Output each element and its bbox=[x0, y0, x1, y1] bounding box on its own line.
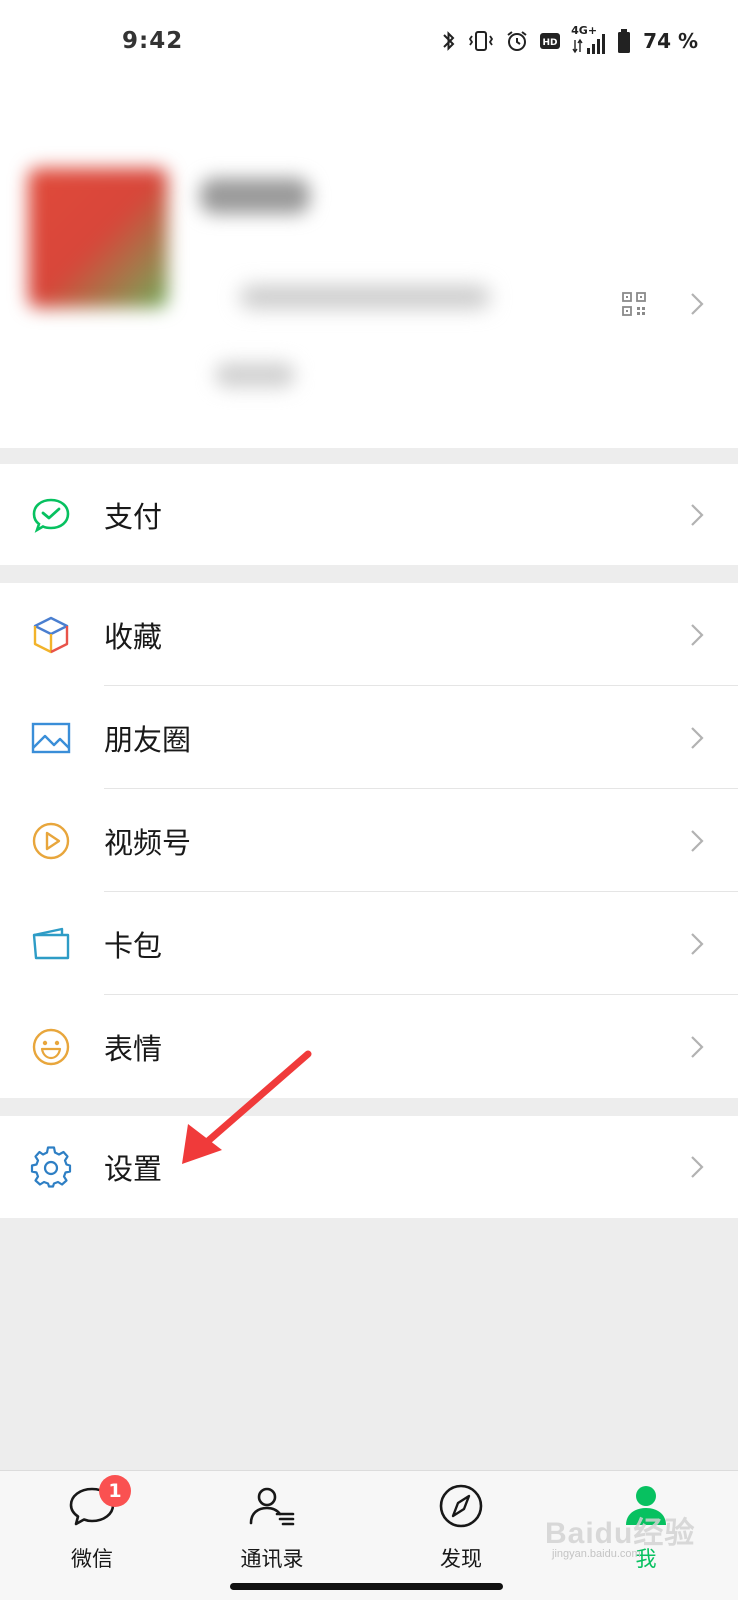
chevron-right-icon bbox=[691, 503, 704, 526]
svg-text:HD: HD bbox=[543, 38, 558, 48]
vibrate-icon bbox=[469, 31, 494, 51]
qr-code-icon[interactable] bbox=[622, 292, 646, 316]
menu-item-cards[interactable]: 卡包 bbox=[0, 892, 738, 995]
watermark-brand: Baidu经验 bbox=[545, 1517, 696, 1550]
status-bar: 9:42 HD 4G+ 74 % bbox=[0, 0, 738, 80]
menu-item-stickers[interactable]: 表情 bbox=[0, 995, 738, 1098]
menu-label-pay: 支付 bbox=[104, 499, 163, 534]
tab-discover[interactable]: 发现 bbox=[401, 1481, 521, 1581]
menu-item-pay[interactable]: 支付 bbox=[0, 464, 738, 565]
tab-chats[interactable]: 1 微信 bbox=[32, 1475, 152, 1581]
menu-label-moments: 朋友圈 bbox=[104, 722, 192, 757]
menu-label-stickers: 表情 bbox=[104, 1031, 163, 1066]
menu-item-moments[interactable]: 朋友圈 bbox=[0, 686, 738, 789]
card-wallet-icon bbox=[32, 927, 70, 959]
status-icons: HD 4G+ 74 % bbox=[441, 24, 698, 58]
battery-icon bbox=[618, 29, 631, 53]
menu-item-settings[interactable]: 设置 bbox=[0, 1116, 738, 1218]
profile-card[interactable] bbox=[0, 80, 738, 448]
stickers-smiley-icon bbox=[32, 1028, 70, 1065]
menu-item-favorites[interactable]: 收藏 bbox=[0, 583, 738, 686]
contacts-icon bbox=[249, 1487, 295, 1526]
avatar[interactable] bbox=[28, 168, 168, 308]
tab-icon-wrap bbox=[436, 1481, 486, 1531]
annotation-arrow-icon bbox=[182, 1050, 312, 1164]
bluetooth-icon bbox=[443, 31, 455, 51]
status-time: 9:42 bbox=[122, 28, 184, 54]
home-indicator bbox=[230, 1583, 503, 1590]
chevron-right-icon bbox=[691, 1156, 704, 1178]
pay-icon bbox=[32, 498, 70, 533]
tab-label-contacts: 通讯录 bbox=[240, 1547, 304, 1571]
chevron-right-icon bbox=[691, 932, 704, 955]
tab-icon-wrap bbox=[247, 1481, 297, 1531]
chevron-right-icon bbox=[691, 293, 704, 315]
chevron-right-icon bbox=[691, 1035, 704, 1058]
menu-label-favorites: 收藏 bbox=[104, 619, 163, 654]
unread-badge: 1 bbox=[99, 1475, 131, 1507]
tab-contacts[interactable]: 通讯录 bbox=[212, 1481, 332, 1581]
signal-icon: 4G+ bbox=[571, 25, 607, 56]
tab-label-chats: 微信 bbox=[71, 1547, 113, 1571]
menu-group-main: 收藏 朋友圈 视频号 卡包 表情 bbox=[0, 583, 738, 1098]
chevron-right-icon bbox=[691, 726, 704, 749]
menu-item-channels[interactable]: 视频号 bbox=[0, 789, 738, 892]
hd-icon: HD bbox=[540, 33, 561, 49]
profile-name-blurred bbox=[200, 178, 310, 214]
menu-group-pay: 支付 bbox=[0, 464, 738, 565]
profile-status-blurred[interactable] bbox=[215, 362, 295, 388]
menu-label-channels: 视频号 bbox=[104, 825, 192, 860]
alarm-icon bbox=[507, 31, 527, 51]
channels-play-icon bbox=[32, 822, 70, 859]
menu-label-settings: 设置 bbox=[104, 1152, 163, 1186]
tab-label-discover: 发现 bbox=[440, 1547, 482, 1571]
profile-id-blurred bbox=[240, 286, 490, 308]
tab-icon-wrap: 1 bbox=[67, 1475, 131, 1531]
menu-group-settings: 设置 bbox=[0, 1116, 738, 1218]
settings-gear-icon bbox=[30, 1146, 72, 1188]
watermark-url: jingyan.baidu.com bbox=[552, 1548, 641, 1560]
moments-image-icon bbox=[31, 722, 71, 753]
favorites-cube-icon bbox=[33, 616, 69, 653]
compass-icon bbox=[439, 1484, 483, 1528]
chevron-right-icon bbox=[691, 829, 704, 852]
chevron-right-icon bbox=[691, 623, 704, 646]
menu-label-cards: 卡包 bbox=[104, 928, 163, 963]
battery-percent: 74 % bbox=[643, 29, 698, 53]
